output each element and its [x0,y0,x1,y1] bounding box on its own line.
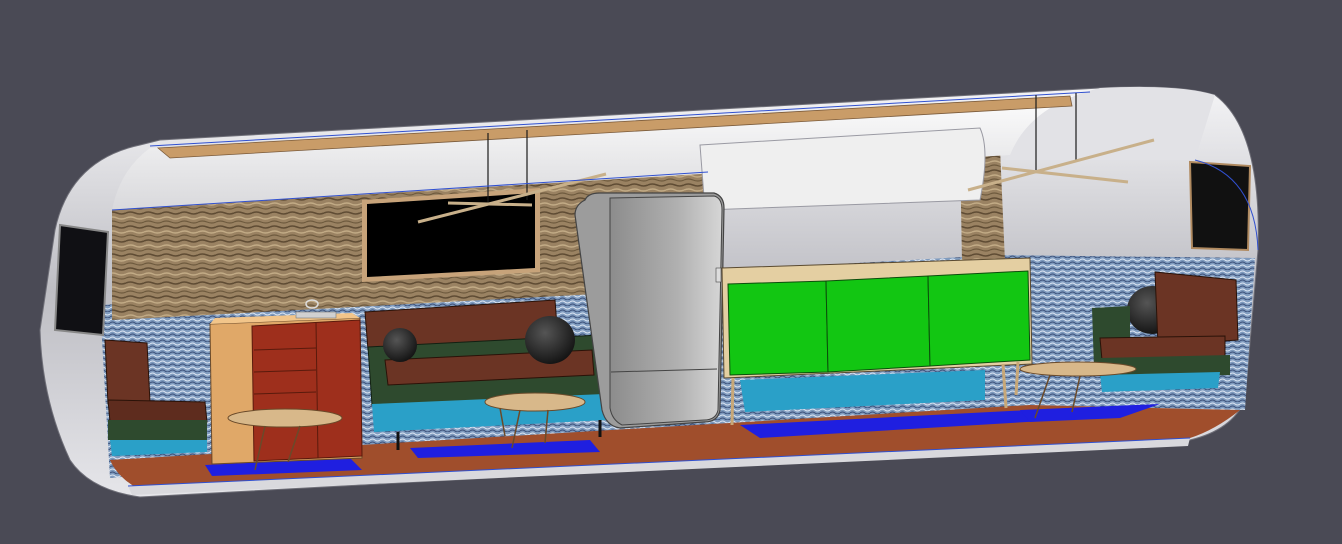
window [53,223,110,337]
rear-window [1188,160,1252,252]
trailer-cutaway-scene [39,86,1259,498]
cad-viewport[interactable] [0,0,1342,544]
cabinet [209,299,363,465]
